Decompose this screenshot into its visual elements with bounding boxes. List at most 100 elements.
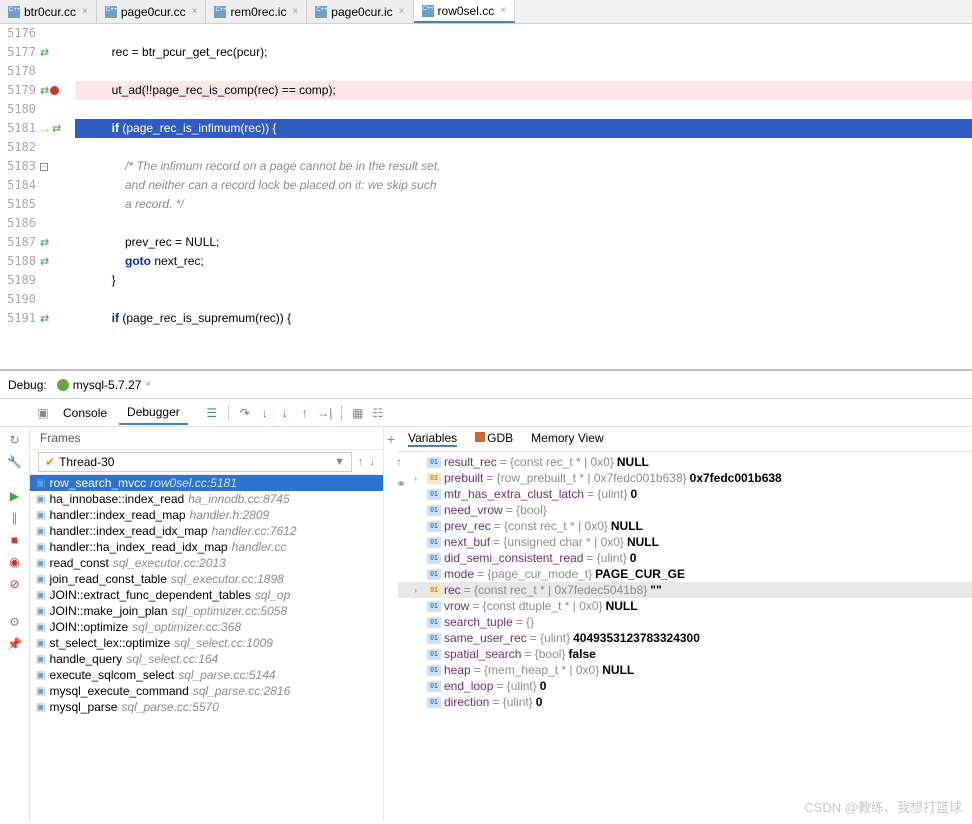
cpp-file-icon <box>105 6 117 18</box>
cpp-file-icon <box>214 6 226 18</box>
pin-icon[interactable]: 📌 <box>8 637 22 651</box>
variable-row[interactable]: 01 same_user_rec = {ulint} 4049353123783… <box>398 630 972 646</box>
cpp-file-icon <box>8 6 20 18</box>
watermark: CSDN @教练、我想打篮球 <box>804 797 962 816</box>
chevron-down-icon[interactable]: ▼ <box>334 456 345 468</box>
gdb-tab[interactable]: GDB <box>475 431 513 447</box>
settings-icon[interactable]: 🔧 <box>8 455 22 469</box>
variable-row[interactable]: 01 vrow = {const dtuple_t * | 0x0} NULL <box>398 598 972 614</box>
variable-row[interactable]: 01 heap = {mem_heap_t * | 0x0} NULL <box>398 662 972 678</box>
variables-list[interactable]: 01 result_rec = {const rec_t * | 0x0} NU… <box>398 452 972 822</box>
close-icon[interactable]: × <box>192 6 198 17</box>
frame-icon: ▣ <box>36 686 45 697</box>
file-tab[interactable]: row0sel.cc× <box>414 0 516 23</box>
variable-row[interactable]: 01 prev_rec = {const rec_t * | 0x0} NULL <box>398 518 972 534</box>
rerun-icon[interactable]: ↻ <box>8 433 22 447</box>
close-icon[interactable]: × <box>82 6 88 17</box>
frame-icon: ▣ <box>36 526 45 537</box>
frame-icon: ▣ <box>36 542 45 553</box>
show-execution-point-icon[interactable]: ☰ <box>204 405 220 421</box>
variable-row[interactable]: 01 spatial_search = {bool} false <box>398 646 972 662</box>
thread-selector[interactable]: ✔ Thread-30 ▼ <box>38 452 352 472</box>
console-tab[interactable]: Console <box>55 402 115 424</box>
pause-icon[interactable]: ∥ <box>8 511 22 525</box>
step-into-icon[interactable]: ↓ <box>257 405 273 421</box>
prev-diff-icon[interactable]: ↑ <box>396 455 420 469</box>
variable-row[interactable]: 01 end_loop = {ulint} 0 <box>398 678 972 694</box>
variable-row[interactable]: 01 need_vrow = {bool} <box>398 502 972 518</box>
variable-row[interactable]: 01 next_buf = {unsigned char * | 0x0} NU… <box>398 534 972 550</box>
stack-frame[interactable]: ▣JOIN::make_join_plan sql_optimizer.cc:5… <box>30 603 383 619</box>
variable-row[interactable]: 01 did_semi_consistent_read = {ulint} 0 <box>398 550 972 566</box>
stack-frame[interactable]: ▣JOIN::optimize sql_optimizer.cc:368 <box>30 619 383 635</box>
resume-icon[interactable]: ▶ <box>8 489 22 503</box>
close-icon[interactable]: × <box>399 6 405 17</box>
check-icon: ✔ <box>45 455 55 469</box>
stack-frame[interactable]: ▣st_select_lex::optimize sql_select.cc:1… <box>30 635 383 651</box>
variable-row[interactable]: 01 mtr_has_extra_clust_latch = {ulint} 0 <box>398 486 972 502</box>
var-type-icon: 01 <box>427 617 441 628</box>
stack-frame[interactable]: ▣handler::index_read_idx_map handler.cc:… <box>30 523 383 539</box>
stack-frame[interactable]: ▣JOIN::extract_func_dependent_tables sql… <box>30 587 383 603</box>
close-icon[interactable]: × <box>500 5 506 16</box>
gear-icon[interactable]: ⚙ <box>8 615 22 629</box>
stack-frame[interactable]: ▣join_read_const_table sql_executor.cc:1… <box>30 571 383 587</box>
stack-frame[interactable]: ▣execute_sqlcom_select sql_parse.cc:5144 <box>30 667 383 683</box>
thread-name: Thread-30 <box>59 455 114 469</box>
more-icon[interactable]: ☷ <box>370 405 386 421</box>
close-icon[interactable]: × <box>145 379 151 390</box>
stack-frame[interactable]: ▣read_const sql_executor.cc:2013 <box>30 555 383 571</box>
frame-icon: ▣ <box>36 654 45 665</box>
run-config-name[interactable]: mysql-5.7.27 <box>73 378 142 392</box>
file-tabs: btr0cur.cc×page0cur.cc×rem0rec.ic×page0c… <box>0 0 972 24</box>
run-to-cursor-icon[interactable]: →| <box>317 405 333 421</box>
close-icon[interactable]: × <box>292 6 298 17</box>
next-frame-icon[interactable]: ↓ <box>370 456 376 468</box>
code-editor[interactable]: 51765177⇄51785179⇄ 51805181→⇄51825183–51… <box>0 24 972 369</box>
variables-tab[interactable]: Variables <box>408 431 457 447</box>
step-out-icon[interactable]: ↑ <box>297 405 313 421</box>
file-tab[interactable]: page0cur.cc× <box>97 0 207 23</box>
file-tab[interactable]: rem0rec.ic× <box>206 0 307 23</box>
gutter: 51765177⇄51785179⇄ 51805181→⇄51825183–51… <box>0 24 75 369</box>
prev-frame-icon[interactable]: ↑ <box>358 456 364 468</box>
debug-panels: ↻ 🔧 ▶ ∥ ■ ◉ ⊘ ⚙ 📌 Frames ✔ Thread-30 ▼ ↑… <box>0 427 972 822</box>
frames-list[interactable]: ▣row_search_mvcc row0sel.cc:5181▣ha_inno… <box>30 475 383 822</box>
file-tab[interactable]: page0cur.ic× <box>307 0 413 23</box>
view-breakpoints-icon[interactable]: ◉ <box>8 555 22 569</box>
link-icon[interactable]: ⚭ <box>396 477 420 491</box>
step-over-icon[interactable]: ↷ <box>237 405 253 421</box>
stack-frame[interactable]: ▣mysql_execute_command sql_parse.cc:2816 <box>30 683 383 699</box>
stack-frame[interactable]: ▣handler::index_read_map handler.h:2809 <box>30 507 383 523</box>
mute-breakpoints-icon[interactable]: ⊘ <box>8 577 22 591</box>
stack-frame[interactable]: ▣row_search_mvcc row0sel.cc:5181 <box>30 475 383 491</box>
variable-row[interactable]: ›01 rec = {const rec_t * | 0x7fedec5041b… <box>398 582 972 598</box>
variable-row[interactable]: 01 mode = {page_cur_mode_t} PAGE_CUR_GE <box>398 566 972 582</box>
debugger-tab[interactable]: Debugger <box>119 401 188 425</box>
stop-icon[interactable]: ■ <box>8 533 22 547</box>
run-config-icon <box>57 379 69 391</box>
evaluate-expression-icon[interactable]: ▦ <box>350 405 366 421</box>
stack-frame[interactable]: ▣handler::ha_index_read_idx_map handler.… <box>30 539 383 555</box>
force-step-into-icon[interactable]: ↓ <box>277 405 293 421</box>
open-console-icon[interactable]: ▣ <box>35 405 51 421</box>
cpp-file-icon <box>315 6 327 18</box>
stack-frame[interactable]: ▣handle_query sql_select.cc:164 <box>30 651 383 667</box>
var-type-icon: 01 <box>427 681 441 692</box>
frame-icon: ▣ <box>36 702 45 713</box>
frame-icon: ▣ <box>36 558 45 569</box>
variable-row[interactable]: ›01 prebuilt = {row_prebuilt_t * | 0x7fe… <box>398 470 972 486</box>
var-type-icon: 01 <box>427 569 441 580</box>
stack-frame[interactable]: ▣ha_innobase::index_read ha_innodb.cc:87… <box>30 491 383 507</box>
variable-row[interactable]: 01 search_tuple = {} <box>398 614 972 630</box>
var-type-icon: 01 <box>427 649 441 660</box>
variable-row[interactable]: 01 result_rec = {const rec_t * | 0x0} NU… <box>398 454 972 470</box>
memory-view-tab[interactable]: Memory View <box>531 431 603 447</box>
stack-frame[interactable]: ▣mysql_parse sql_parse.cc:5570 <box>30 699 383 715</box>
code-area[interactable]: rec = btr_pcur_get_rec(pcur); ut_ad(!!pa… <box>75 24 972 369</box>
file-tab[interactable]: btr0cur.cc× <box>0 0 97 23</box>
debugger-toolbar: ▣ Console Debugger ☰ ↷ ↓ ↓ ↑ →| ▦ ☷ <box>0 399 972 427</box>
frame-icon: ▣ <box>36 510 45 521</box>
variable-row[interactable]: 01 direction = {ulint} 0 <box>398 694 972 710</box>
var-type-icon: 01 <box>427 505 441 516</box>
